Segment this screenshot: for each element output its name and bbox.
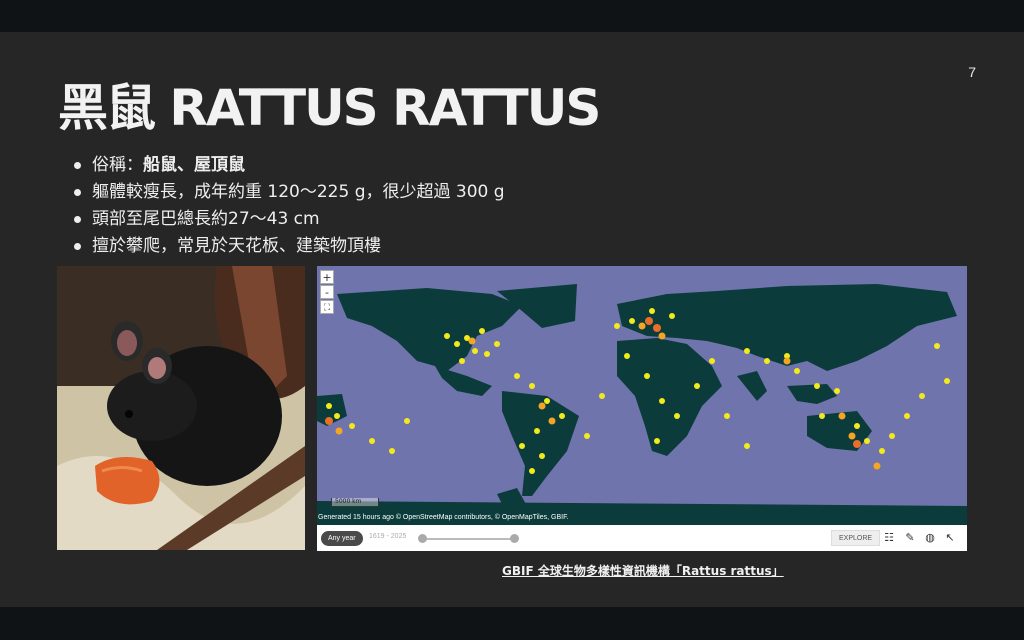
land-masses [317,284,967,525]
gbif-map-panel: + - ⛶ 5000 km Generated 15 hours ago © O… [317,266,967,551]
bullet-weight: 軀體較瘦長，成年約重 120～225 g，很少超過 300 g [74,179,505,206]
year-range-label: 1619 - 2025 [369,533,407,540]
year-slider-end-handle[interactable] [510,534,519,543]
top-bar [0,0,1024,32]
fullscreen-icon[interactable]: ⛶ [320,300,334,314]
bullet-list: 俗稱：船鼠、屋頂鼠 軀體較瘦長，成年約重 120～225 g，很少超過 300 … [74,152,505,260]
explore-button[interactable]: EXPLORE [831,530,881,546]
slide-title: 黑鼠 RATTUS RATTUS [58,79,601,137]
brush-icon[interactable]: ✎ [903,531,917,545]
page-number: 7 [968,64,976,80]
world-map [317,284,967,525]
bullet-bold: 船鼠、屋頂鼠 [143,155,245,175]
bullet-habit: 擅於攀爬，常見於天花板、建築物頂樓 [74,233,505,260]
bullet-length: 頭部至尾巴總長約27～43 cm [74,206,505,233]
year-slider-start-handle[interactable] [418,534,427,543]
pointer-icon[interactable]: ↖ [943,531,957,545]
any-year-button[interactable]: Any year [321,531,363,546]
map-toolbar: Any year 1619 - 2025 EXPLORE ☷ ✎ ◍ ↖ [317,525,967,551]
rat-photo-drawing [57,266,305,550]
bullet-label: 俗稱： [92,155,143,175]
bottom-bar [0,607,1024,640]
map-scale: 5000 km [331,498,379,507]
slide: 7 黑鼠 RATTUS RATTUS 俗稱：船鼠、屋頂鼠 軀體較瘦長，成年約重 … [0,32,1024,607]
zoom-in-button[interactable]: + [320,270,334,284]
occurrence-map[interactable]: + - ⛶ 5000 km Generated 15 hours ago © O… [317,266,967,525]
map-attribution: Generated 15 hours ago © OpenStreetMap c… [318,514,569,521]
bullet-common-names: 俗稱：船鼠、屋頂鼠 [74,152,505,179]
year-slider-track[interactable] [421,538,515,540]
filter-icon[interactable]: ☷ [882,531,896,545]
zoom-out-button[interactable]: - [320,285,334,299]
globe-icon[interactable]: ◍ [923,531,937,545]
rat-photo [57,266,305,550]
source-link[interactable]: GBIF 全球生物多樣性資訊機構「Rattus rattus」 [502,562,784,579]
